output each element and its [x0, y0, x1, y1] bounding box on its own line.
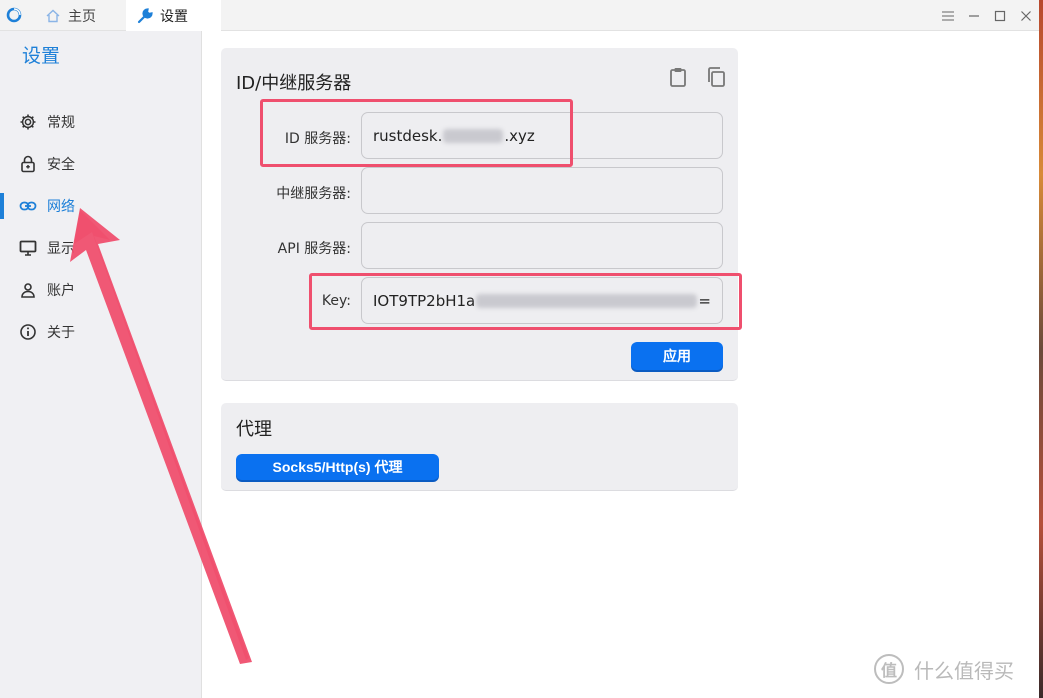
tab-settings-label: 设置: [160, 8, 188, 25]
wrench-icon: [136, 7, 154, 25]
tab-settings[interactable]: 设置: [126, 0, 221, 31]
menu-icon[interactable]: [938, 6, 958, 26]
title-bar: 主页 设置: [0, 0, 1039, 31]
sidebar-item-general[interactable]: 常规: [0, 106, 202, 138]
sidebar: 设置 常规 安全 网络 显示 账户 关于: [0, 31, 202, 698]
monitor-icon: [18, 238, 38, 258]
copy-icon[interactable]: [703, 64, 729, 90]
api-server-input[interactable]: [361, 222, 723, 269]
sidebar-title: 设置: [22, 45, 61, 67]
socks5-proxy-button[interactable]: Socks5/Http(s) 代理: [236, 454, 439, 480]
sidebar-item-account[interactable]: 账户: [0, 274, 202, 306]
sidebar-item-label: 关于: [47, 325, 75, 341]
clipboard-icon[interactable]: [665, 64, 691, 90]
tab-home-label: 主页: [68, 8, 96, 25]
sidebar-item-about[interactable]: 关于: [0, 316, 202, 348]
user-icon: [18, 280, 38, 300]
desktop-background-strip: [1039, 0, 1043, 698]
tab-home[interactable]: 主页: [30, 0, 126, 31]
apply-button[interactable]: 应用: [631, 342, 723, 370]
maximize-icon[interactable]: [990, 6, 1010, 26]
lock-icon: [18, 154, 38, 174]
sidebar-item-network[interactable]: 网络: [0, 190, 202, 222]
relay-card-title: ID/中继服务器: [236, 73, 352, 94]
sidebar-item-security[interactable]: 安全: [0, 148, 202, 180]
sidebar-item-label: 安全: [47, 157, 75, 173]
relay-server-card: ID/中继服务器 ID 服务器: rustdesk. .xyz 中继服务器: A…: [221, 48, 738, 381]
sidebar-item-label: 常规: [47, 115, 75, 131]
watermark-text: 什么值得买: [914, 658, 1014, 683]
sidebar-item-label: 显示: [47, 241, 75, 257]
watermark-logo-icon: 值: [874, 654, 904, 684]
close-icon[interactable]: [1016, 6, 1036, 26]
annotation-box-id-server: [260, 99, 573, 167]
minimize-icon[interactable]: [964, 6, 984, 26]
api-server-label: API 服务器:: [277, 241, 351, 257]
gear-icon: [18, 112, 38, 132]
proxy-card: 代理 Socks5/Http(s) 代理: [221, 403, 738, 491]
info-icon: [18, 322, 38, 342]
relay-server-label: 中继服务器:: [276, 186, 351, 202]
relay-server-input[interactable]: [361, 167, 723, 214]
proxy-card-title: 代理: [236, 419, 272, 440]
sidebar-item-label: 网络: [47, 199, 75, 215]
link-icon: [18, 196, 38, 216]
watermark: 值 什么值得买: [874, 652, 1014, 686]
sidebar-item-display[interactable]: 显示: [0, 232, 202, 264]
rustdesk-logo-icon: [6, 7, 22, 23]
annotation-box-key: [309, 273, 742, 330]
sidebar-item-label: 账户: [47, 283, 75, 299]
home-icon: [44, 7, 62, 25]
